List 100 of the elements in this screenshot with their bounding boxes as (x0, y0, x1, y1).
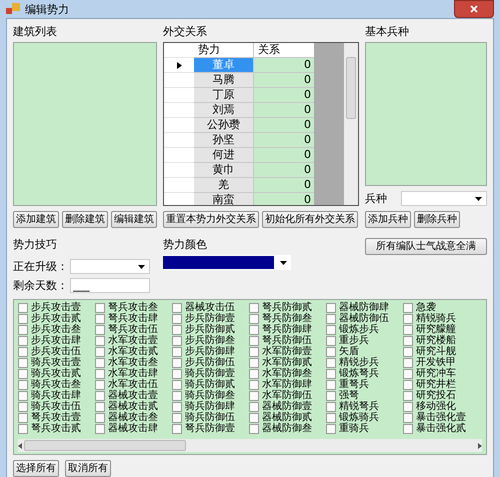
checkbox[interactable] (326, 412, 336, 422)
checkbox[interactable] (18, 358, 28, 368)
checkbox[interactable] (18, 336, 28, 346)
checkbox[interactable] (403, 346, 413, 356)
checkbox[interactable] (403, 368, 413, 378)
building-button[interactable]: 删除建筑 (62, 211, 108, 228)
upgrading-dropdown[interactable] (70, 259, 150, 274)
checkbox[interactable] (95, 412, 105, 422)
troop-list[interactable] (365, 42, 487, 186)
checkbox[interactable] (18, 314, 28, 324)
checkbox[interactable] (249, 302, 259, 312)
checkbox[interactable] (18, 302, 28, 312)
checkbox[interactable] (326, 324, 336, 334)
morale-button[interactable]: 所有编队士气战意全满 (365, 238, 487, 255)
checkbox[interactable] (403, 424, 413, 434)
checkbox[interactable] (18, 346, 28, 356)
checkbox[interactable] (18, 368, 28, 378)
faction-cell[interactable]: 马腾 (194, 73, 254, 88)
relation-cell[interactable]: 0 (254, 193, 314, 205)
checkbox[interactable] (172, 346, 182, 356)
checkbox[interactable] (249, 324, 259, 334)
checkbox[interactable] (172, 302, 182, 312)
checkbox[interactable] (18, 324, 28, 334)
checkbox[interactable] (249, 346, 259, 356)
checkbox[interactable] (95, 402, 105, 412)
checkbox[interactable] (249, 314, 259, 324)
dropdown-arrow-icon[interactable] (280, 260, 287, 264)
days-input[interactable]: ___ (70, 278, 150, 293)
faction-cell[interactable]: 丁原 (194, 88, 254, 103)
checkbox[interactable] (172, 390, 182, 400)
checkbox[interactable] (172, 358, 182, 368)
color-swatch[interactable] (163, 256, 274, 269)
faction-cell[interactable]: 何进 (194, 148, 254, 163)
checkbox[interactable] (326, 424, 336, 434)
checkbox[interactable] (403, 336, 413, 346)
diplomacy-button[interactable]: 重置本势力外交关系 (163, 211, 259, 228)
relation-cell[interactable]: 0 (254, 88, 314, 103)
checkbox[interactable] (249, 358, 259, 368)
checkbox[interactable] (95, 380, 105, 390)
checkbox[interactable] (95, 346, 105, 356)
close-button[interactable] (454, 0, 494, 18)
checkbox[interactable] (95, 424, 105, 434)
selection-button[interactable]: 取消所有 (65, 460, 111, 477)
checkbox[interactable] (326, 314, 336, 324)
checkbox[interactable] (326, 346, 336, 356)
checkbox[interactable] (326, 368, 336, 378)
checkbox[interactable] (18, 412, 28, 422)
troop-type-dropdown[interactable] (401, 191, 487, 206)
checkbox[interactable] (18, 424, 28, 434)
checkbox[interactable] (172, 424, 182, 434)
checkbox[interactable] (18, 390, 28, 400)
checkbox[interactable] (172, 314, 182, 324)
troop-button[interactable]: 删除兵种 (414, 211, 460, 228)
diplomacy-button[interactable]: 初始化所有外交关系 (262, 211, 358, 228)
checkbox[interactable] (249, 390, 259, 400)
checkbox[interactable] (249, 336, 259, 346)
horizontal-scrollbar[interactable] (18, 439, 482, 452)
checkbox[interactable] (172, 336, 182, 346)
checkbox[interactable] (172, 380, 182, 390)
checkbox[interactable] (326, 336, 336, 346)
checkbox[interactable] (18, 380, 28, 390)
checkbox[interactable] (95, 324, 105, 334)
checkbox[interactable] (95, 390, 105, 400)
relation-cell[interactable]: 0 (254, 148, 314, 163)
relation-cell[interactable]: 0 (254, 133, 314, 148)
checkbox[interactable] (249, 380, 259, 390)
relation-cell[interactable]: 0 (254, 73, 314, 88)
checkbox[interactable] (95, 368, 105, 378)
relation-cell[interactable]: 0 (254, 118, 314, 133)
checkbox[interactable] (326, 402, 336, 412)
checkbox[interactable] (18, 402, 28, 412)
checkbox[interactable] (172, 324, 182, 334)
building-button[interactable]: 添加建筑 (13, 211, 59, 228)
troop-button[interactable]: 添加兵种 (365, 211, 411, 228)
checkbox[interactable] (326, 302, 336, 312)
faction-cell[interactable]: 羌 (194, 178, 254, 193)
checkbox[interactable] (403, 380, 413, 390)
checkbox[interactable] (403, 358, 413, 368)
checkbox[interactable] (403, 402, 413, 412)
checkbox[interactable] (326, 390, 336, 400)
selection-button[interactable]: 选择所有 (13, 460, 59, 477)
relation-cell[interactable]: 0 (254, 163, 314, 178)
checkbox[interactable] (95, 358, 105, 368)
checkbox[interactable] (172, 368, 182, 378)
faction-cell[interactable]: 刘焉 (194, 103, 254, 118)
relation-cell[interactable]: 0 (254, 58, 314, 73)
checkbox[interactable] (172, 412, 182, 422)
checkbox[interactable] (403, 324, 413, 334)
checkbox[interactable] (403, 302, 413, 312)
checkbox[interactable] (249, 424, 259, 434)
checkbox[interactable] (172, 402, 182, 412)
faction-cell[interactable]: 南蛮 (194, 193, 254, 205)
checkbox[interactable] (326, 358, 336, 368)
checkbox[interactable] (95, 336, 105, 346)
checkbox[interactable] (249, 402, 259, 412)
faction-cell[interactable]: 公孙瓒 (194, 118, 254, 133)
faction-cell[interactable]: 黄巾 (194, 163, 254, 178)
checkbox[interactable] (403, 390, 413, 400)
checkbox[interactable] (249, 368, 259, 378)
relation-cell[interactable]: 0 (254, 103, 314, 118)
